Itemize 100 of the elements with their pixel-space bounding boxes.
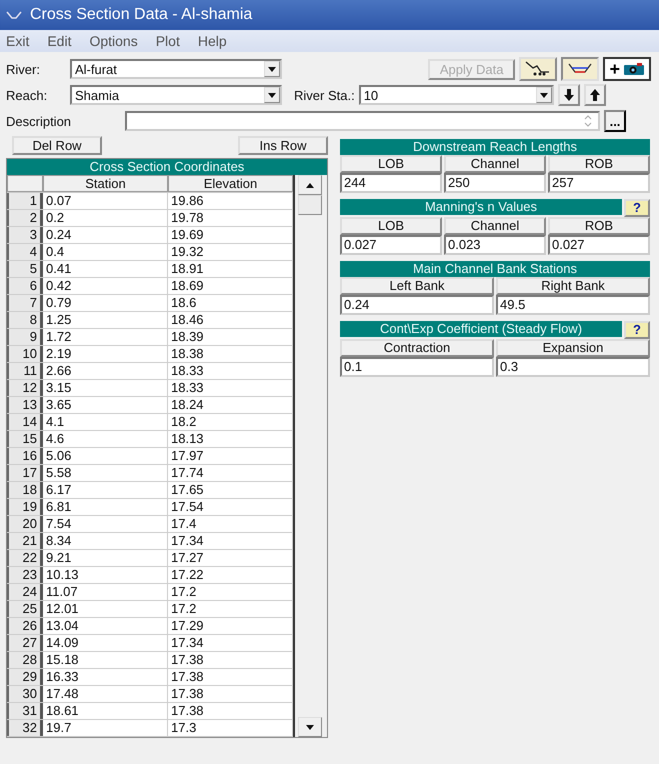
input-field[interactable]: 244 xyxy=(340,173,442,193)
input-field[interactable]: 257 xyxy=(548,173,650,193)
table-cell[interactable]: 17.27 xyxy=(168,550,293,566)
help-button[interactable]: ? xyxy=(624,321,650,339)
input-field[interactable]: 0.027 xyxy=(340,235,442,255)
table-cell[interactable]: 19.32 xyxy=(168,244,293,260)
table-cell[interactable]: 14.09 xyxy=(43,635,168,651)
table-cell[interactable]: 17.2 xyxy=(168,601,293,617)
input-field[interactable]: 0.1 xyxy=(340,357,494,377)
table-cell[interactable]: 18.13 xyxy=(168,431,293,447)
menu-item[interactable]: Edit xyxy=(47,33,72,49)
table-cell[interactable]: 0.41 xyxy=(43,261,168,277)
table-cell[interactable]: 19.86 xyxy=(168,193,293,209)
plot-button[interactable]: + xyxy=(603,57,651,81)
table-cell[interactable]: 18.24 xyxy=(168,397,293,413)
table-cell[interactable]: 17.34 xyxy=(168,635,293,651)
table-cell[interactable]: 4.1 xyxy=(43,414,168,430)
table-cell[interactable]: 9.21 xyxy=(43,550,168,566)
cross-section-icon xyxy=(6,10,22,20)
table-cell[interactable]: 0.24 xyxy=(43,227,168,243)
table-cell[interactable]: 10.13 xyxy=(43,567,168,583)
input-field[interactable]: 0.027 xyxy=(548,235,650,255)
input-field[interactable]: 250 xyxy=(444,173,546,193)
table-cell[interactable]: 4.6 xyxy=(43,431,168,447)
input-field[interactable]: 49.5 xyxy=(496,295,650,315)
table-cell[interactable]: 11.07 xyxy=(43,584,168,600)
table-cell[interactable]: 18.38 xyxy=(168,346,293,362)
river-station-dropdown[interactable]: 10 xyxy=(358,85,554,105)
table-cell[interactable]: 17.29 xyxy=(168,618,293,634)
table-cell[interactable]: 3.15 xyxy=(43,380,168,396)
table-cell[interactable]: 6.81 xyxy=(43,499,168,515)
input-field[interactable]: 0.3 xyxy=(496,357,650,377)
table-cell[interactable]: 18.6 xyxy=(168,295,293,311)
table-cell[interactable]: 18.33 xyxy=(168,363,293,379)
scroll-bar[interactable] xyxy=(298,175,322,737)
table-cell[interactable]: 18.46 xyxy=(168,312,293,328)
table-cell[interactable]: 0.4 xyxy=(43,244,168,260)
table-cell[interactable]: 15.18 xyxy=(43,652,168,668)
table-cell[interactable]: 3.65 xyxy=(43,397,168,413)
more-button[interactable]: ... xyxy=(604,110,626,132)
table-cell[interactable]: 19.7 xyxy=(43,720,168,736)
table-cell[interactable]: 17.3 xyxy=(168,720,293,736)
table-cell[interactable]: 7.54 xyxy=(43,516,168,532)
river-dropdown[interactable]: Al-furat xyxy=(70,59,282,79)
table-cell[interactable]: 17.22 xyxy=(168,567,293,583)
cross-section-plot-icon[interactable] xyxy=(519,57,558,81)
table-cell[interactable]: 16.33 xyxy=(43,669,168,685)
reach-dropdown[interactable]: Shamia xyxy=(70,85,282,105)
table-cell[interactable]: 0.2 xyxy=(43,210,168,226)
table-cell[interactable]: 13.04 xyxy=(43,618,168,634)
table-cell[interactable]: 6.17 xyxy=(43,482,168,498)
table-cell[interactable]: 17.38 xyxy=(168,703,293,719)
table-cell[interactable]: 17.38 xyxy=(168,669,293,685)
table-cell[interactable]: 2.19 xyxy=(43,346,168,362)
table-cell[interactable]: 1.25 xyxy=(43,312,168,328)
scroll-thumb[interactable] xyxy=(298,195,322,215)
help-button[interactable]: ? xyxy=(624,199,650,217)
table-cell[interactable]: 0.42 xyxy=(43,278,168,294)
input-field[interactable]: 0.023 xyxy=(444,235,546,255)
table-cell[interactable]: 17.74 xyxy=(168,465,293,481)
table-cell[interactable]: 17.65 xyxy=(168,482,293,498)
row-button[interactable]: Ins Row xyxy=(238,136,328,155)
table-cell[interactable]: 17.38 xyxy=(168,652,293,668)
menu-item[interactable]: Help xyxy=(198,33,227,49)
table-cell[interactable]: 2.66 xyxy=(43,363,168,379)
description-field[interactable] xyxy=(125,111,600,131)
table-cell[interactable]: 17.34 xyxy=(168,533,293,549)
table-cell[interactable]: 18.2 xyxy=(168,414,293,430)
table-cell[interactable]: 8.34 xyxy=(43,533,168,549)
row-button[interactable]: Del Row xyxy=(12,136,102,155)
menu-item[interactable]: Plot xyxy=(156,33,180,49)
table-cell[interactable]: 17.97 xyxy=(168,448,293,464)
table-cell[interactable]: 0.07 xyxy=(43,193,168,209)
table-cell[interactable]: 18.91 xyxy=(168,261,293,277)
table-cell[interactable]: 1.72 xyxy=(43,329,168,345)
scroll-up-icon[interactable] xyxy=(298,175,322,195)
input-field[interactable]: 0.24 xyxy=(340,295,494,315)
table-cell[interactable]: 17.54 xyxy=(168,499,293,515)
table-cell[interactable]: 17.2 xyxy=(168,584,293,600)
scroll-down-icon[interactable] xyxy=(298,717,322,737)
row-header: 6 xyxy=(7,278,43,294)
table-cell[interactable]: 18.33 xyxy=(168,380,293,396)
menu-item[interactable]: Options xyxy=(89,33,138,49)
water-surface-icon[interactable] xyxy=(561,57,600,81)
table-cell[interactable]: 18.39 xyxy=(168,329,293,345)
table-cell[interactable]: 17.4 xyxy=(168,516,293,532)
table-cell[interactable]: 0.79 xyxy=(43,295,168,311)
table-cell[interactable]: 17.38 xyxy=(168,686,293,702)
table-cell[interactable]: 18.61 xyxy=(43,703,168,719)
table-cell[interactable]: 19.78 xyxy=(168,210,293,226)
table-cell[interactable]: 19.69 xyxy=(168,227,293,243)
camera-icon xyxy=(623,62,645,76)
menu-item[interactable]: Exit xyxy=(6,33,30,49)
table-cell[interactable]: 17.48 xyxy=(43,686,168,702)
table-cell[interactable]: 12.01 xyxy=(43,601,168,617)
column-header: ROB xyxy=(548,217,650,235)
table-cell[interactable]: 5.06 xyxy=(43,448,168,464)
table-cell[interactable]: 5.58 xyxy=(43,465,168,481)
column-header: Channel xyxy=(444,155,546,173)
table-cell[interactable]: 18.69 xyxy=(168,278,293,294)
